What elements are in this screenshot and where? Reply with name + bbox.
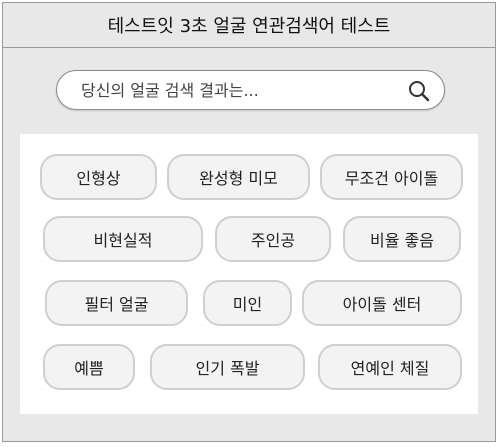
search-input[interactable]: [81, 80, 381, 100]
tag-chip[interactable]: 완성형 미모: [167, 154, 310, 200]
tag-chip[interactable]: 주인공: [215, 216, 331, 262]
tag-chip[interactable]: 아이돌 센터: [302, 280, 462, 326]
app-frame: 테스트잇 3초 얼굴 연관검색어 테스트 인형상 완성형 미모 무조건 아이돌 …: [2, 2, 496, 442]
tag-chip[interactable]: 비율 좋음: [343, 216, 461, 262]
result-tags-panel: 인형상 완성형 미모 무조건 아이돌 비현실적 주인공 비율 좋음 필터 얼굴 …: [20, 134, 478, 414]
tag-chip[interactable]: 예쁨: [43, 344, 135, 390]
tag-chip[interactable]: 비현실적: [43, 216, 203, 262]
tag-chip[interactable]: 인기 폭발: [150, 344, 305, 390]
tag-chip[interactable]: 필터 얼굴: [45, 280, 188, 326]
title-bar: 테스트잇 3초 얼굴 연관검색어 테스트: [3, 3, 495, 48]
tag-chip[interactable]: 연예인 체질: [318, 344, 462, 390]
search-bar[interactable]: [56, 70, 445, 110]
tag-chip[interactable]: 인형상: [40, 154, 157, 200]
search-button[interactable]: [406, 78, 432, 104]
search-icon: [409, 81, 430, 102]
tag-chip[interactable]: 무조건 아이돌: [320, 154, 463, 200]
page-title: 테스트잇 3초 얼굴 연관검색어 테스트: [107, 16, 391, 37]
tag-chip[interactable]: 미인: [203, 280, 292, 326]
